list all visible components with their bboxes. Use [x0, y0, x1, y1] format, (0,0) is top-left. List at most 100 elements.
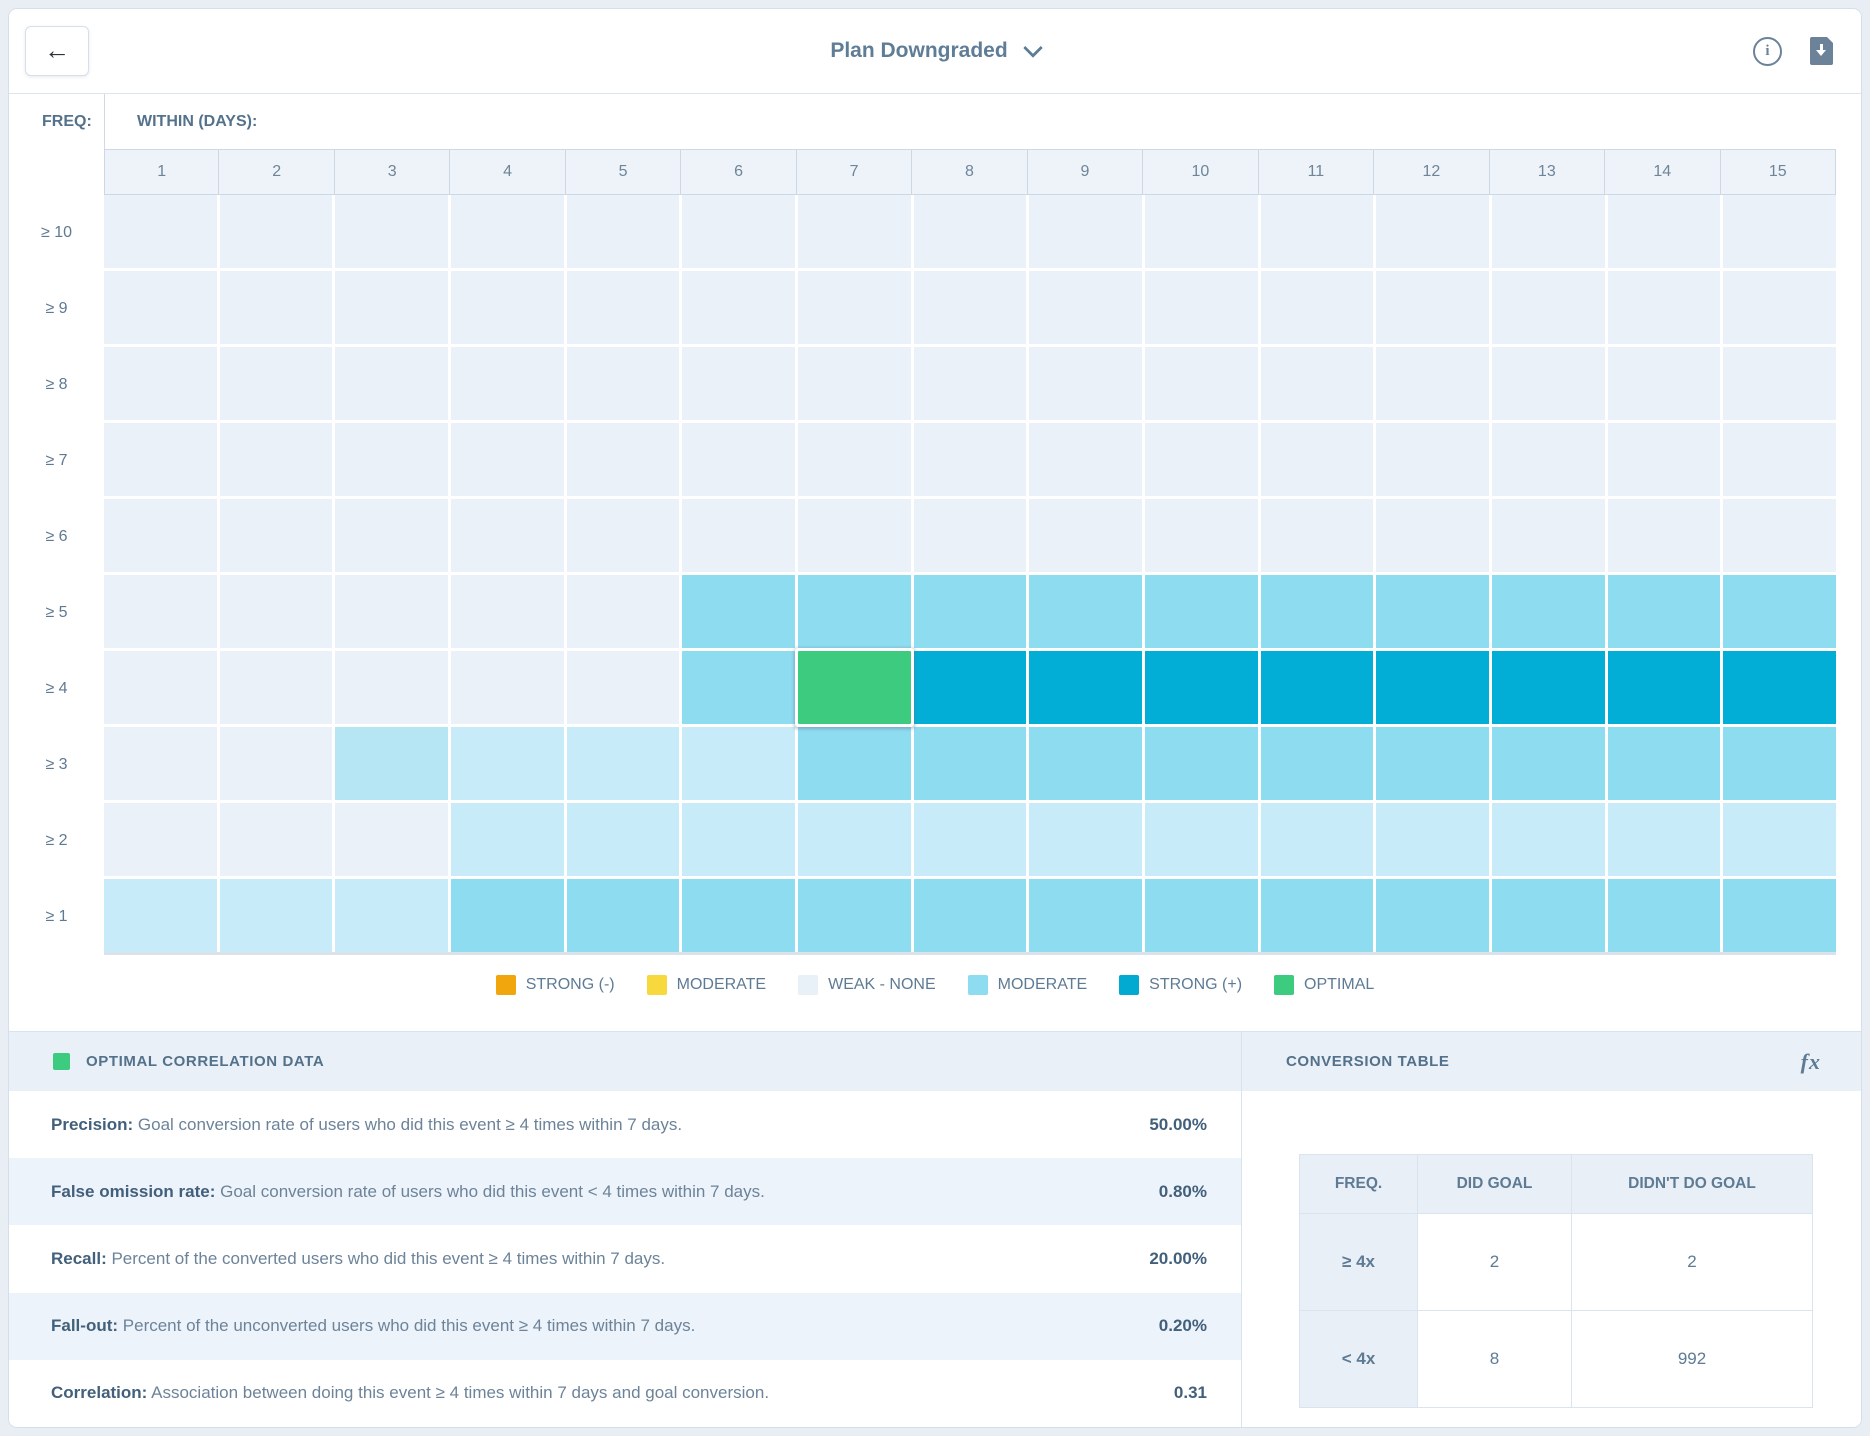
heatmap-cell-r9-c3[interactable]: [335, 803, 448, 876]
heatmap-cell-r2-c12[interactable]: [1376, 271, 1489, 344]
heatmap-cell-r8-c6[interactable]: [682, 727, 795, 800]
heatmap-cell-r10-c4[interactable]: [451, 879, 564, 952]
formula-fx-icon[interactable]: fx: [1801, 1049, 1821, 1075]
heatmap-cell-r10-c6[interactable]: [682, 879, 795, 952]
heatmap-cell-r10-c7[interactable]: [798, 879, 911, 952]
heatmap-cell-r8-c5[interactable]: [567, 727, 680, 800]
heatmap-cell-r6-c4[interactable]: [451, 575, 564, 648]
heatmap-cell-r2-c11[interactable]: [1261, 271, 1374, 344]
heatmap-cell-r5-c2[interactable]: [220, 499, 333, 572]
event-selector[interactable]: Plan Downgraded: [9, 9, 1861, 93]
heatmap-cell-r6-c11[interactable]: [1261, 575, 1374, 648]
heatmap-cell-r5-c14[interactable]: [1608, 499, 1721, 572]
heatmap-cell-r5-c7[interactable]: [798, 499, 911, 572]
heatmap-cell-r4-c13[interactable]: [1492, 423, 1605, 496]
heatmap-cell-r2-c1[interactable]: [104, 271, 217, 344]
heatmap-cell-r6-c12[interactable]: [1376, 575, 1489, 648]
heatmap-cell-r3-c2[interactable]: [220, 347, 333, 420]
heatmap-cell-r1-c14[interactable]: [1608, 195, 1721, 268]
heatmap-cell-r4-c7[interactable]: [798, 423, 911, 496]
heatmap-cell-r4-c12[interactable]: [1376, 423, 1489, 496]
heatmap-cell-r3-c12[interactable]: [1376, 347, 1489, 420]
heatmap-cell-r9-c9[interactable]: [1029, 803, 1142, 876]
heatmap-cell-r5-c8[interactable]: [914, 499, 1027, 572]
heatmap-cell-r1-c4[interactable]: [451, 195, 564, 268]
heatmap-cell-r8-c2[interactable]: [220, 727, 333, 800]
heatmap-cell-r8-c3[interactable]: [335, 727, 448, 800]
heatmap-cell-r1-c10[interactable]: [1145, 195, 1258, 268]
heatmap-cell-r3-c5[interactable]: [567, 347, 680, 420]
heatmap-cell-r4-c5[interactable]: [567, 423, 680, 496]
heatmap-cell-r4-c4[interactable]: [451, 423, 564, 496]
heatmap-cell-r2-c2[interactable]: [220, 271, 333, 344]
heatmap-cell-r3-c14[interactable]: [1608, 347, 1721, 420]
heatmap-cell-r4-c8[interactable]: [914, 423, 1027, 496]
heatmap-cell-r4-c14[interactable]: [1608, 423, 1721, 496]
heatmap-cell-r1-c5[interactable]: [567, 195, 680, 268]
heatmap-cell-r5-c3[interactable]: [335, 499, 448, 572]
heatmap-cell-r7-c15[interactable]: [1723, 651, 1836, 724]
heatmap-cell-r4-c6[interactable]: [682, 423, 795, 496]
heatmap-cell-r5-c5[interactable]: [567, 499, 680, 572]
heatmap-cell-r8-c11[interactable]: [1261, 727, 1374, 800]
heatmap-cell-r4-c10[interactable]: [1145, 423, 1258, 496]
heatmap-cell-r7-c6[interactable]: [682, 651, 795, 724]
heatmap-cell-r2-c7[interactable]: [798, 271, 911, 344]
heatmap-cell-r3-c6[interactable]: [682, 347, 795, 420]
heatmap-cell-r9-c13[interactable]: [1492, 803, 1605, 876]
heatmap-cell-r8-c1[interactable]: [104, 727, 217, 800]
heatmap-cell-r3-c13[interactable]: [1492, 347, 1605, 420]
heatmap-cell-r7-c13[interactable]: [1492, 651, 1605, 724]
heatmap-cell-r10-c8[interactable]: [914, 879, 1027, 952]
heatmap-cell-r8-c9[interactable]: [1029, 727, 1142, 800]
heatmap-cell-r1-c12[interactable]: [1376, 195, 1489, 268]
heatmap-cell-r8-c10[interactable]: [1145, 727, 1258, 800]
heatmap-cell-r6-c7[interactable]: [798, 575, 911, 648]
heatmap-cell-r10-c9[interactable]: [1029, 879, 1142, 952]
heatmap-cell-r5-c10[interactable]: [1145, 499, 1258, 572]
heatmap-cell-r2-c6[interactable]: [682, 271, 795, 344]
heatmap-cell-r10-c12[interactable]: [1376, 879, 1489, 952]
heatmap-cell-r6-c14[interactable]: [1608, 575, 1721, 648]
heatmap-cell-r9-c7[interactable]: [798, 803, 911, 876]
heatmap-cell-r4-c11[interactable]: [1261, 423, 1374, 496]
heatmap-cell-r8-c13[interactable]: [1492, 727, 1605, 800]
heatmap-cell-r7-c4[interactable]: [451, 651, 564, 724]
heatmap-cell-r3-c11[interactable]: [1261, 347, 1374, 420]
heatmap-cell-r3-c3[interactable]: [335, 347, 448, 420]
heatmap-cell-r1-c11[interactable]: [1261, 195, 1374, 268]
heatmap-cell-r1-c15[interactable]: [1723, 195, 1836, 268]
heatmap-cell-r2-c13[interactable]: [1492, 271, 1605, 344]
heatmap-cell-r2-c3[interactable]: [335, 271, 448, 344]
heatmap-cell-r5-c15[interactable]: [1723, 499, 1836, 572]
heatmap-cell-r6-c3[interactable]: [335, 575, 448, 648]
heatmap-cell-r9-c14[interactable]: [1608, 803, 1721, 876]
heatmap-cell-r7-c5[interactable]: [567, 651, 680, 724]
heatmap-cell-r7-c9[interactable]: [1029, 651, 1142, 724]
heatmap-cell-r9-c2[interactable]: [220, 803, 333, 876]
heatmap-cell-r6-c15[interactable]: [1723, 575, 1836, 648]
heatmap-cell-r6-c6[interactable]: [682, 575, 795, 648]
heatmap-cell-r10-c11[interactable]: [1261, 879, 1374, 952]
heatmap-cell-r3-c7[interactable]: [798, 347, 911, 420]
heatmap-cell-r7-c14[interactable]: [1608, 651, 1721, 724]
heatmap-cell-r1-c7[interactable]: [798, 195, 911, 268]
heatmap-cell-r2-c8[interactable]: [914, 271, 1027, 344]
heatmap-cell-r8-c8[interactable]: [914, 727, 1027, 800]
heatmap-cell-r8-c7[interactable]: [798, 727, 911, 800]
heatmap-cell-r5-c6[interactable]: [682, 499, 795, 572]
heatmap-cell-r2-c4[interactable]: [451, 271, 564, 344]
heatmap-cell-r2-c14[interactable]: [1608, 271, 1721, 344]
heatmap-cell-r2-c15[interactable]: [1723, 271, 1836, 344]
info-icon[interactable]: i: [1753, 37, 1782, 66]
heatmap-cell-r4-c2[interactable]: [220, 423, 333, 496]
heatmap-cell-r4-c9[interactable]: [1029, 423, 1142, 496]
heatmap-cell-r7-c2[interactable]: [220, 651, 333, 724]
download-icon[interactable]: [1810, 37, 1833, 65]
heatmap-cell-r6-c1[interactable]: [104, 575, 217, 648]
heatmap-cell-r10-c5[interactable]: [567, 879, 680, 952]
heatmap-cell-r9-c15[interactable]: [1723, 803, 1836, 876]
heatmap-cell-r8-c4[interactable]: [451, 727, 564, 800]
heatmap-cell-r2-c10[interactable]: [1145, 271, 1258, 344]
heatmap-cell-r1-c13[interactable]: [1492, 195, 1605, 268]
